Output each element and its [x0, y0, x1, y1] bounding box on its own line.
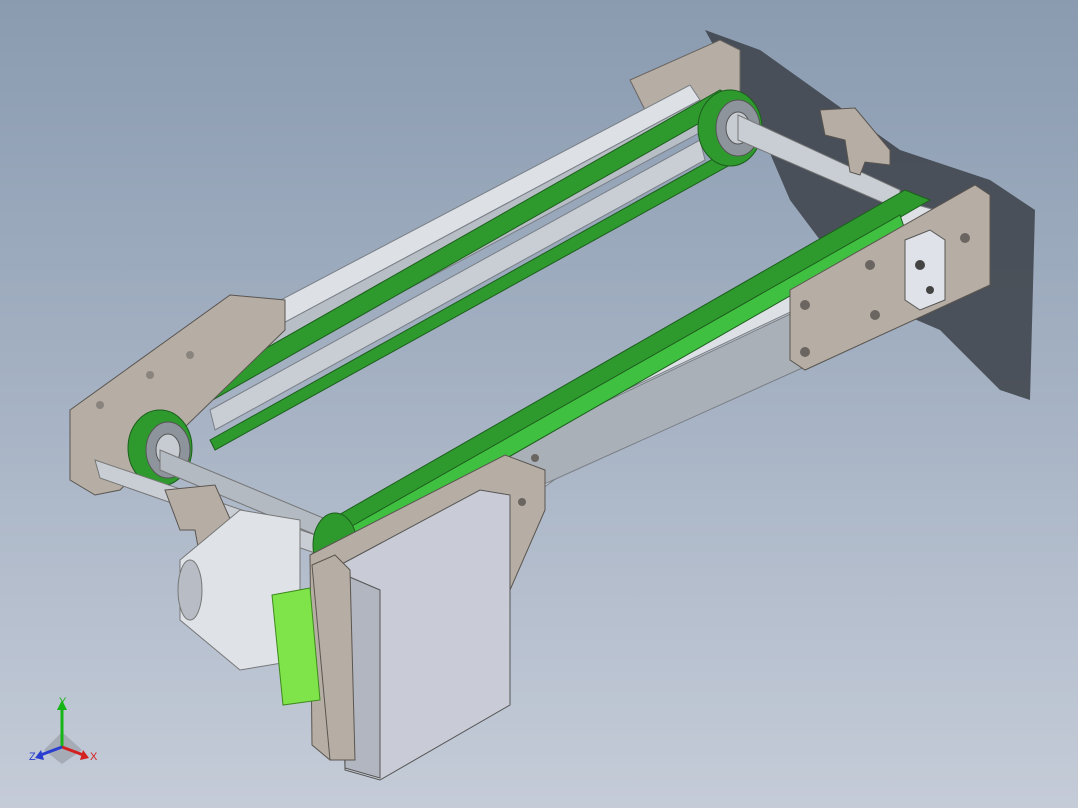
- coordinate-triad: Y X Z: [22, 692, 112, 772]
- x-axis-label: X: [90, 751, 98, 763]
- sensor-block: [904, 229, 946, 311]
- 3d-viewport[interactable]: Y X Z: [0, 0, 1078, 808]
- y-axis-label: Y: [59, 696, 67, 708]
- z-axis-label: Z: [29, 751, 36, 763]
- conveyor-assembly-model[interactable]: [0, 0, 1078, 808]
